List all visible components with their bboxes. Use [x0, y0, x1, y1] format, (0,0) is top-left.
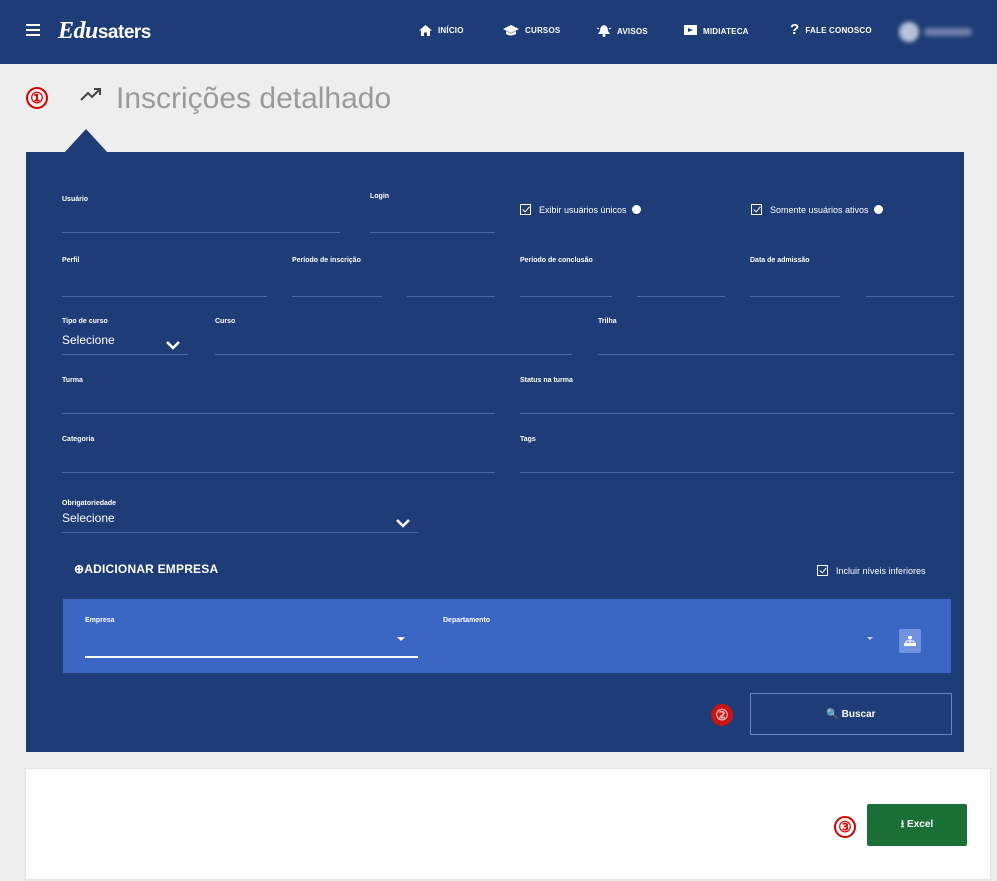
info-icon[interactable]	[873, 205, 883, 214]
nav-label: MIDIATECA	[703, 26, 749, 36]
checkbox-label: Exibir usuários únicos	[539, 204, 627, 215]
user-name-blurred[interactable]	[924, 28, 972, 36]
course-type-select[interactable]: Selecione	[62, 333, 115, 347]
company-filter-box	[63, 599, 951, 673]
mandatory-select[interactable]: Selecione	[62, 511, 115, 525]
step-marker-3: ③	[834, 816, 856, 838]
info-icon[interactable]	[631, 205, 641, 214]
checkbox-icon	[751, 204, 762, 215]
chevron-down-icon[interactable]	[396, 515, 410, 533]
course-type-underline	[62, 354, 188, 355]
chevron-down-icon[interactable]	[166, 337, 180, 355]
class-label: Turma	[62, 377, 83, 384]
checkbox-icon	[520, 204, 531, 215]
department-label: Departamento	[443, 617, 491, 624]
caret-down-icon[interactable]	[397, 637, 405, 641]
class-status-label: Status na turma	[520, 377, 573, 384]
nav-label: CURSOS	[525, 26, 561, 35]
login-label: Login	[370, 193, 390, 200]
course-label: Curso	[215, 318, 236, 325]
category-input[interactable]	[62, 472, 495, 473]
only-active-users-checkbox[interactable]: Somente usuários ativos	[751, 204, 883, 215]
admission-end-input[interactable]	[866, 296, 954, 297]
caret-down-icon[interactable]	[867, 637, 873, 640]
profile-input[interactable]	[62, 296, 267, 297]
course-type-label: Tipo de curso	[62, 318, 108, 325]
app-logo[interactable]: Edusaters	[58, 18, 151, 45]
page-title: Inscrições detalhado	[116, 82, 392, 115]
nav-home[interactable]: INÍCIO	[419, 25, 464, 36]
user-input[interactable]	[62, 232, 340, 233]
checkbox-icon	[817, 565, 828, 576]
export-excel-button[interactable]: ⭳ Excel	[867, 804, 967, 846]
checkbox-label: Somente usuários ativos	[770, 204, 869, 215]
enrollment-period-label: Período de inscrição	[292, 257, 361, 264]
course-input[interactable]	[215, 354, 572, 355]
question-icon: ?	[790, 21, 800, 38]
login-input[interactable]	[370, 232, 495, 233]
show-unique-users-checkbox[interactable]: Exibir usuários únicos	[520, 204, 641, 215]
user-label: Usuário	[62, 196, 89, 203]
step-marker-1: ①	[26, 87, 48, 109]
panel-pointer	[64, 129, 108, 153]
class-input[interactable]	[62, 413, 495, 414]
graduation-cap-icon	[503, 25, 519, 36]
home-icon	[419, 25, 432, 36]
tags-label: Tags	[520, 436, 536, 443]
track-input[interactable]	[598, 354, 954, 355]
include-lower-levels-checkbox[interactable]: Incluir níveis inferiores	[817, 565, 926, 576]
profile-label: Perfil	[62, 257, 80, 264]
checkbox-label: Incluir níveis inferiores	[836, 565, 926, 576]
trending-up-icon	[80, 88, 102, 107]
sitemap-icon	[904, 636, 916, 646]
enrollment-end-input[interactable]	[407, 296, 495, 297]
bell-icon	[596, 25, 612, 37]
nav-label: FALE CONOSCO	[805, 25, 872, 35]
admission-start-input[interactable]	[750, 296, 840, 297]
completion-end-input[interactable]	[637, 296, 725, 297]
nav-label: AVISOS	[617, 26, 648, 36]
class-status-input[interactable]	[520, 413, 954, 414]
category-label: Categoria	[62, 436, 95, 443]
admission-date-label: Data de admissão	[750, 257, 810, 264]
company-label: Empresa	[85, 617, 115, 624]
completion-start-input[interactable]	[520, 296, 612, 297]
track-label: Trilha	[598, 318, 617, 325]
add-company-button[interactable]: ⊕ADICIONAR EMPRESA	[74, 562, 218, 576]
nav-contact[interactable]: ? FALE CONOSCO	[790, 21, 872, 38]
step-marker-2: ②	[711, 704, 733, 726]
nav-notices[interactable]: AVISOS	[596, 25, 648, 37]
menu-icon[interactable]	[26, 24, 40, 36]
company-select[interactable]	[85, 656, 418, 658]
search-button[interactable]: 🔍 Buscar	[750, 693, 952, 735]
enrollment-start-input[interactable]	[292, 296, 382, 297]
mandatory-label: Obrigatoriedade	[62, 500, 117, 507]
top-navbar: Edusaters INÍCIO CURSOS AVISOS MIDIATECA…	[0, 0, 997, 64]
nav-label: INÍCIO	[438, 26, 464, 35]
nav-courses[interactable]: CURSOS	[503, 25, 560, 36]
mandatory-underline	[62, 532, 418, 533]
nav-media[interactable]: MIDIATECA	[684, 25, 749, 37]
tags-input[interactable]	[520, 472, 954, 473]
completion-period-label: Período de conclusão	[520, 257, 593, 264]
org-tree-button[interactable]	[899, 629, 921, 653]
user-avatar[interactable]	[899, 22, 919, 42]
media-icon	[684, 25, 697, 37]
